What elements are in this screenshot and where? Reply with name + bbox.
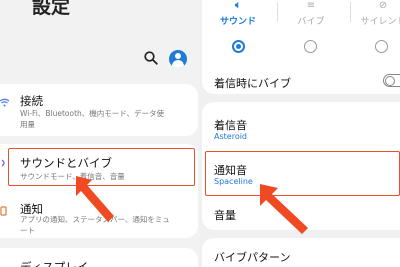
radio-vibrate[interactable] xyxy=(304,40,317,53)
ringtone-label: 着信音 xyxy=(214,119,247,132)
vibrate-on-ring-label: 着信時にバイブ xyxy=(214,77,291,90)
radio-silent[interactable] xyxy=(375,40,388,53)
volume-label: 音量 xyxy=(214,209,236,222)
page-title: 設定 xyxy=(32,0,71,18)
divider xyxy=(277,2,278,22)
vibrate-on-ring-toggle[interactable] xyxy=(383,74,400,87)
vibrate-icon: ≡ xyxy=(306,0,316,11)
radio-sound[interactable] xyxy=(232,40,245,53)
pointer-arrow-left xyxy=(76,176,114,222)
mode-label: バイブ xyxy=(297,17,325,27)
ringtone-value: Asteroid xyxy=(214,132,248,141)
speaker-icon: 🔈︎ xyxy=(235,0,241,11)
divider xyxy=(350,2,351,22)
mode-label: サウンド xyxy=(219,17,256,27)
settings-item-sub: Wi-Fi、Bluetooth、機内モード、データ使用量 xyxy=(20,109,165,129)
settings-item-label: 接続 xyxy=(20,94,43,108)
wifi-icon xyxy=(0,98,9,107)
account-avatar-icon[interactable] xyxy=(169,50,187,68)
notification-icon xyxy=(0,206,7,216)
settings-item-label: ディスプレイ xyxy=(20,260,89,267)
mode-label: サイレント xyxy=(360,17,400,27)
pointer-arrow-right xyxy=(260,184,308,234)
search-icon[interactable] xyxy=(144,51,158,65)
mode-option-sound[interactable]: 🔈︎ サウンド xyxy=(208,0,268,27)
mode-option-silent[interactable]: ⊘ サイレント xyxy=(353,0,400,27)
mode-option-vibrate[interactable]: ≡ バイブ xyxy=(281,0,341,27)
silent-icon: ⊘ xyxy=(378,0,388,11)
vibration-pattern-label: バイブパターン xyxy=(214,251,291,264)
